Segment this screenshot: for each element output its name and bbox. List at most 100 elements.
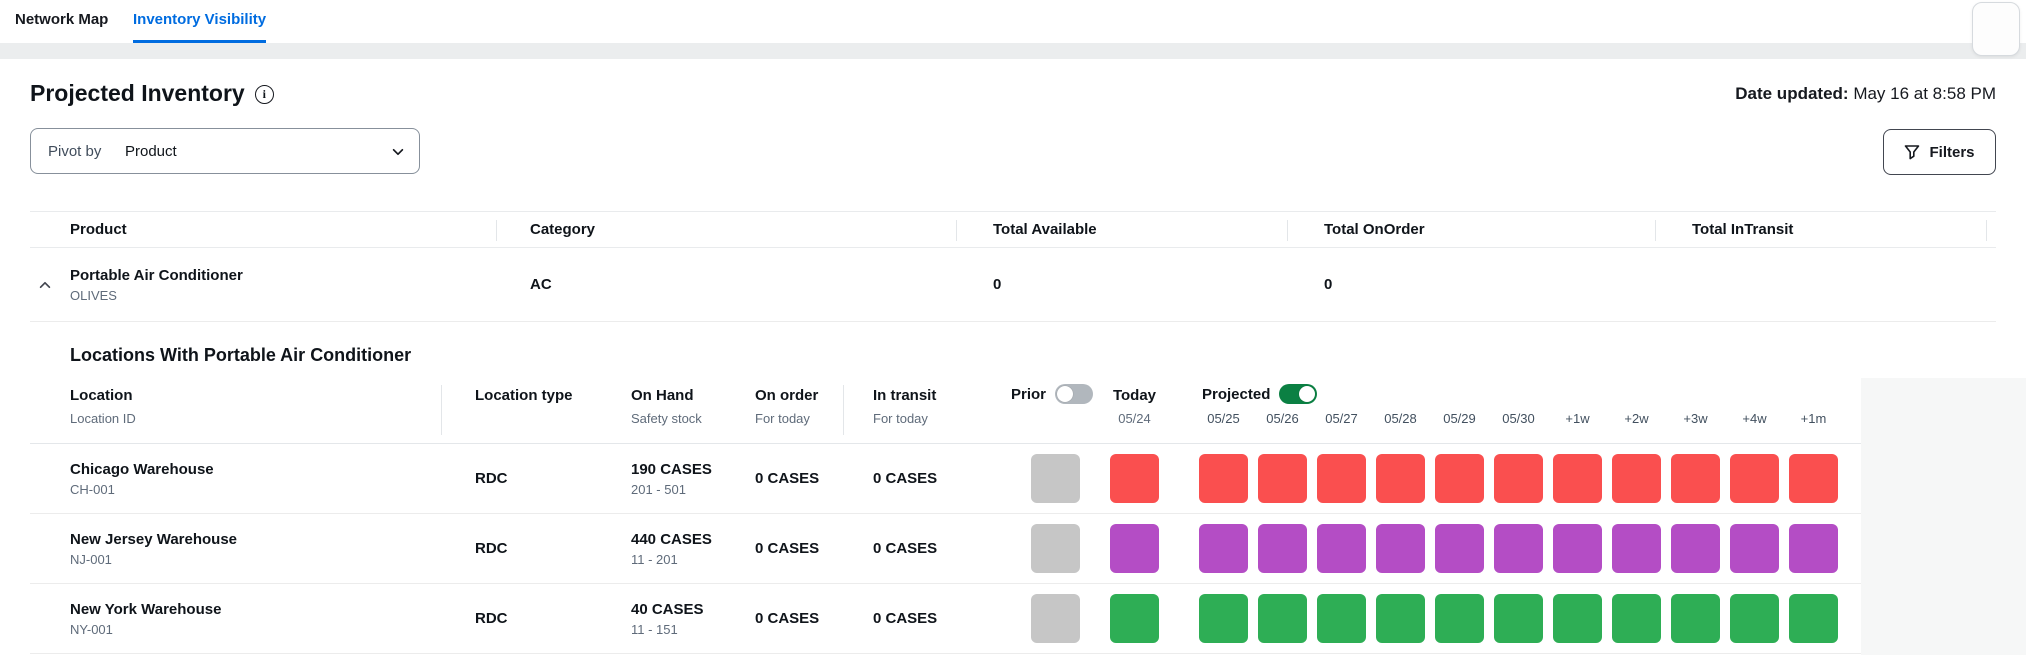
page-header: Projected Inventoryi Date updated: May 1… — [30, 80, 1996, 110]
column-separator — [441, 385, 442, 435]
projected-box[interactable] — [1671, 524, 1720, 573]
projected-box[interactable] — [1494, 594, 1543, 643]
prior-box[interactable] — [1031, 524, 1080, 573]
projected-box[interactable] — [1789, 454, 1838, 503]
collapse-chevron-icon[interactable] — [38, 274, 60, 296]
box-spacer — [1169, 618, 1189, 619]
product-name: Portable Air Conditioner — [70, 267, 243, 284]
col-on-order: On order — [755, 387, 818, 404]
prior-toggle[interactable] — [1055, 384, 1093, 404]
tab-network-map[interactable]: Network Map — [15, 0, 108, 43]
in-transit-value: 0 CASES — [873, 584, 937, 653]
location-type-value: RDC — [475, 444, 508, 513]
projected-box[interactable] — [1494, 454, 1543, 503]
projected-box[interactable] — [1612, 454, 1661, 503]
pivot-selected-value: Product — [125, 143, 177, 160]
location-name: Chicago Warehouse — [70, 461, 214, 478]
on-hand-value: 440 CASES — [631, 531, 712, 548]
today-box[interactable] — [1110, 594, 1159, 643]
col-today: Today — [1110, 387, 1159, 404]
projected-box[interactable] — [1730, 454, 1779, 503]
filters-button[interactable]: Filters — [1883, 129, 1996, 175]
column-separator — [843, 385, 844, 435]
locations-section-title: Locations With Portable Air Conditioner — [70, 345, 411, 366]
box-spacer — [1090, 548, 1100, 549]
projected-box[interactable] — [1376, 454, 1425, 503]
pivot-by-select[interactable]: Pivot by Product — [30, 128, 420, 174]
inventory-status-boxes[interactable] — [1031, 454, 1838, 503]
projected-box[interactable] — [1376, 594, 1425, 643]
col-total-onorder: Total OnOrder — [1324, 212, 1425, 248]
projected-box[interactable] — [1671, 594, 1720, 643]
projected-box[interactable] — [1435, 594, 1484, 643]
prior-column-control: Prior — [1011, 384, 1093, 404]
location-row-chicago: Chicago Warehouse CH-001 RDC 190 CASES 2… — [30, 444, 1861, 514]
location-type-value: RDC — [475, 584, 508, 653]
date-label: 05/29 — [1435, 411, 1484, 426]
prior-box[interactable] — [1031, 594, 1080, 643]
product-cell: Portable Air Conditioner OLIVES — [70, 248, 243, 321]
location-id: CH-001 — [70, 482, 214, 497]
on-order-value: 0 CASES — [755, 444, 819, 513]
info-icon[interactable]: i — [255, 85, 274, 104]
projected-box[interactable] — [1612, 594, 1661, 643]
projected-box[interactable] — [1317, 524, 1366, 573]
date-updated: Date updated: May 16 at 8:58 PM — [1735, 84, 1996, 104]
projected-box[interactable] — [1494, 524, 1543, 573]
projected-box[interactable] — [1789, 524, 1838, 573]
projected-dates-row: 05/25 05/26 05/27 05/28 05/29 05/30 +1w … — [1199, 411, 1838, 426]
date-label: +1w — [1553, 411, 1602, 426]
date-label: 05/27 — [1317, 411, 1366, 426]
projected-box[interactable] — [1435, 524, 1484, 573]
tab-inventory-visibility[interactable]: Inventory Visibility — [133, 0, 266, 43]
date-label: +1m — [1789, 411, 1838, 426]
location-type-value: RDC — [475, 514, 508, 583]
col-in-transit: In transit — [873, 387, 936, 404]
projected-box[interactable] — [1199, 594, 1248, 643]
location-id: NJ-001 — [70, 552, 237, 567]
date-label: 05/28 — [1376, 411, 1425, 426]
projected-column-control: Projected — [1202, 384, 1317, 404]
projected-box[interactable] — [1730, 594, 1779, 643]
col-product: Product — [70, 212, 127, 248]
projected-box[interactable] — [1317, 594, 1366, 643]
projected-box[interactable] — [1199, 454, 1248, 503]
location-row-new-york: New York Warehouse NY-001 RDC 40 CASES 1… — [30, 584, 1861, 654]
location-name: New York Warehouse — [70, 601, 221, 618]
safety-stock-value: 201 - 501 — [631, 482, 712, 497]
today-box[interactable] — [1110, 454, 1159, 503]
in-transit-value: 0 CASES — [873, 514, 937, 583]
col-on-hand: On Hand — [631, 387, 694, 404]
projected-box[interactable] — [1258, 524, 1307, 573]
inventory-status-boxes[interactable] — [1031, 524, 1838, 573]
floating-widget[interactable] — [1972, 2, 2020, 56]
today-box[interactable] — [1110, 524, 1159, 573]
projected-box[interactable] — [1435, 454, 1484, 503]
projected-box[interactable] — [1258, 594, 1307, 643]
projected-box[interactable] — [1612, 524, 1661, 573]
total-available-value: 0 — [993, 248, 1001, 321]
inventory-status-boxes[interactable] — [1031, 594, 1838, 643]
projected-box[interactable] — [1317, 454, 1366, 503]
projected-box[interactable] — [1199, 524, 1248, 573]
projected-box[interactable] — [1553, 524, 1602, 573]
projected-box[interactable] — [1553, 454, 1602, 503]
safety-stock-value: 11 - 201 — [631, 552, 712, 567]
column-separator — [1655, 220, 1656, 241]
col-total-intransit: Total InTransit — [1692, 212, 1793, 248]
on-hand-cell: 440 CASES 11 - 201 — [631, 514, 712, 583]
column-separator — [1986, 220, 1987, 241]
projected-box[interactable] — [1553, 594, 1602, 643]
app-root: Network Map Inventory Visibility Project… — [0, 0, 2026, 655]
projected-box[interactable] — [1671, 454, 1720, 503]
location-name: New Jersey Warehouse — [70, 531, 237, 548]
projected-box[interactable] — [1789, 594, 1838, 643]
projected-box[interactable] — [1376, 524, 1425, 573]
date-label: 05/25 — [1199, 411, 1248, 426]
projected-toggle[interactable] — [1279, 384, 1317, 404]
projected-box[interactable] — [1258, 454, 1307, 503]
prior-box[interactable] — [1031, 454, 1080, 503]
projected-box[interactable] — [1730, 524, 1779, 573]
box-spacer — [1090, 618, 1100, 619]
date-label: 05/30 — [1494, 411, 1543, 426]
